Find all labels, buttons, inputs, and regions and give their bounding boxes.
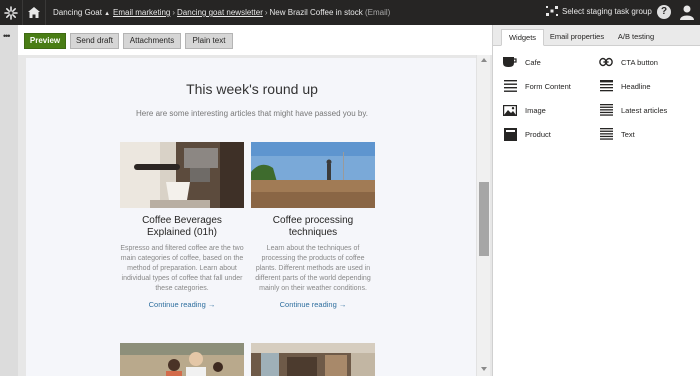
widget-label: Text (621, 129, 635, 139)
article-title: Coffee processing techniques (272, 215, 354, 238)
tab-email-properties[interactable]: Email properties (547, 29, 607, 46)
panel-tabs: Widgets Email properties A/B testing (493, 25, 700, 46)
image-icon (503, 104, 517, 116)
site-name: Dancing Goat (53, 8, 102, 17)
breadcrumb-newsletter[interactable]: Dancing goat newsletter (177, 8, 263, 17)
tab-widgets[interactable]: Widgets (501, 29, 544, 46)
continue-reading-link[interactable]: Continue reading → (251, 300, 375, 309)
help-icon[interactable]: ? (657, 5, 671, 19)
widget-text[interactable]: Text (599, 127, 635, 141)
breadcrumb-separator: › (264, 8, 268, 17)
editor-toolbar: Preview Send draft Attachments Plain tex… (18, 25, 492, 55)
widget-label: Product (525, 129, 551, 139)
send-draft-button[interactable]: Send draft (70, 33, 119, 49)
widget-cta-button[interactable]: CTA button (599, 55, 658, 69)
widget-label: Image (525, 105, 546, 115)
staging-task-group-selector[interactable]: Select staging task group (546, 5, 652, 17)
scroll-down-icon[interactable] (481, 367, 487, 371)
product-icon (503, 127, 517, 141)
staging-label: Select staging task group (562, 6, 652, 16)
cafe-icon (503, 56, 517, 68)
article-card: Coffee processing techniques Learn about… (251, 142, 375, 309)
top-bar: Dancing Goat ▲ Email marketing › Dancing g… (0, 0, 700, 25)
breadcrumb-separator: › (172, 8, 176, 17)
attachments-button[interactable]: Attachments (123, 33, 181, 49)
preview-button[interactable]: Preview (24, 33, 66, 49)
email-editor: This week's round up Here are some inter… (18, 55, 492, 376)
scroll-up-icon[interactable] (481, 58, 487, 62)
widget-cafe[interactable]: Cafe (503, 55, 541, 69)
widgets-panel: Widgets Email properties A/B testing Caf… (492, 25, 700, 376)
widget-form-content[interactable]: Form Content (503, 79, 571, 93)
email-heading: This week's round up (186, 81, 318, 97)
home-icon[interactable] (22, 0, 46, 25)
staging-icon (546, 6, 558, 16)
widget-product[interactable]: Product (503, 127, 551, 141)
people-image (120, 343, 244, 376)
editor-scrollbar[interactable] (476, 55, 490, 376)
list-icon (599, 104, 613, 116)
widget-image[interactable]: Image (503, 103, 546, 117)
coffee-machine-image (120, 142, 244, 208)
coffee-drying-image (251, 142, 375, 208)
widget-label: Headline (621, 81, 651, 91)
breadcrumb-email-marketing[interactable]: Email marketing (113, 8, 170, 17)
chevron-down-icon: ▲ (104, 11, 111, 17)
form-icon (503, 80, 517, 92)
link-icon (599, 56, 613, 68)
headline-icon (599, 80, 613, 92)
text-icon (599, 128, 613, 140)
widget-headline[interactable]: Headline (599, 79, 651, 93)
tab-ab-testing[interactable]: A/B testing (611, 29, 661, 46)
continue-reading-link[interactable]: Continue reading → (120, 300, 244, 309)
widget-label: Cafe (525, 57, 541, 67)
cafe-interior-image (251, 343, 375, 376)
widget-latest-articles[interactable]: Latest articles (599, 103, 667, 117)
breadcrumb-type: (Email) (365, 8, 391, 17)
article-card: Coffee Beverages Explained (01h) Espress… (120, 142, 244, 309)
more-options-icon[interactable]: ••• (3, 31, 11, 41)
site-selector[interactable]: Dancing Goat ▲ (53, 8, 110, 17)
breadcrumb-current: New Brazil Coffee in stock (269, 8, 363, 17)
widget-label: Form Content (525, 81, 571, 91)
plain-text-button[interactable]: Plain text (185, 33, 233, 49)
widget-label: CTA button (621, 57, 658, 67)
article-description: Espresso and filtered coffee are the two… (120, 245, 244, 292)
email-body: This week's round up Here are some inter… (26, 58, 478, 376)
scrollbar-thumb[interactable] (479, 182, 489, 256)
left-side-strip: ••• (0, 25, 18, 376)
breadcrumb: Email marketing › Dancing goat newsletter ›… (113, 8, 390, 17)
widget-label: Latest articles (621, 105, 668, 115)
email-intro: Here are some interesting articles that … (136, 109, 368, 118)
article-description: Learn about the techniques of processing… (255, 245, 371, 292)
kentico-logo-icon[interactable] (0, 0, 22, 25)
user-icon[interactable] (680, 4, 694, 20)
article-title: Coffee Beverages Explained (01h) (142, 215, 222, 238)
